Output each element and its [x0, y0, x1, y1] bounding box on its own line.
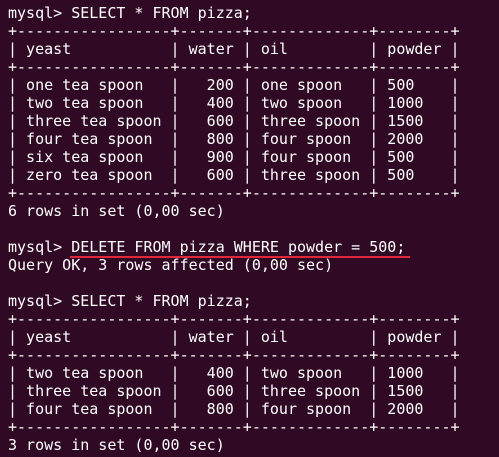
terminal-line: mysql> DELETE FROM pizza WHERE powder = …	[8, 238, 406, 256]
terminal-line: Query OK, 3 rows affected (0,00 sec)	[8, 256, 334, 274]
terminal-line: | three tea spoon | 600 | three spoon | …	[8, 112, 460, 130]
terminal-line: | two tea spoon | 400 | two spoon | 1000…	[8, 94, 460, 112]
terminal-line: | four tea spoon | 800 | four spoon | 20…	[8, 130, 460, 148]
terminal-line: 6 rows in set (0,00 sec)	[8, 202, 225, 220]
terminal-output[interactable]: mysql> SELECT * FROM pizza; +------------…	[0, 0, 499, 457]
terminal-line: +-----------------+-------+-------------…	[8, 310, 460, 328]
terminal-line: | six tea spoon | 900 | four spoon | 500…	[8, 148, 460, 166]
terminal-line: +-----------------+-------+-------------…	[8, 184, 460, 202]
terminal-line: +-----------------+-------+-------------…	[8, 346, 460, 364]
delete-command-underline	[70, 256, 410, 258]
terminal-line: | three tea spoon | 600 | three spoon | …	[8, 382, 460, 400]
terminal-line: | four tea spoon | 800 | four spoon | 20…	[8, 400, 460, 418]
terminal-line: +-----------------+-------+-------------…	[8, 418, 460, 436]
terminal-line: | one tea spoon | 200 | one spoon | 500 …	[8, 76, 460, 94]
terminal-line: 3 rows in set (0,00 sec)	[8, 436, 225, 454]
terminal-line: mysql> SELECT * FROM pizza;	[8, 292, 252, 310]
terminal-line: +-----------------+-------+-------------…	[8, 58, 460, 76]
terminal-line: +-----------------+-------+-------------…	[8, 22, 460, 40]
terminal-line: mysql> SELECT * FROM pizza;	[8, 4, 252, 22]
terminal-line: | zero tea spoon | 600 | three spoon | 5…	[8, 166, 460, 184]
terminal-line: | two tea spoon | 400 | two spoon | 1000…	[8, 364, 460, 382]
terminal-line: | yeast | water | oil | powder |	[8, 40, 460, 58]
terminal-line: | yeast | water | oil | powder |	[8, 328, 460, 346]
